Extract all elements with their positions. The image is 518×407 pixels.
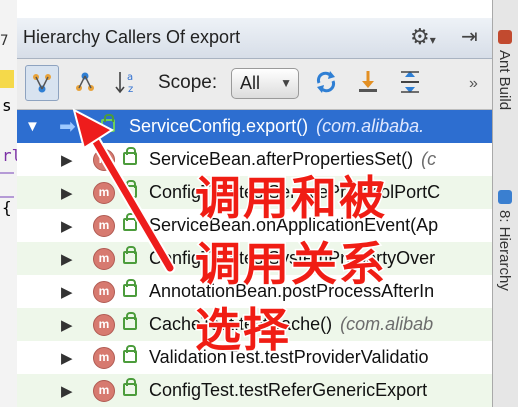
ide-window: 7 s rl { Hierarchy Callers Of export ⚙▾ … [0, 0, 518, 407]
annotation-text: 选择 [194, 302, 291, 359]
annotation-text: 调用和被 [194, 170, 387, 227]
annotation-text: 调用关系 [194, 236, 387, 293]
